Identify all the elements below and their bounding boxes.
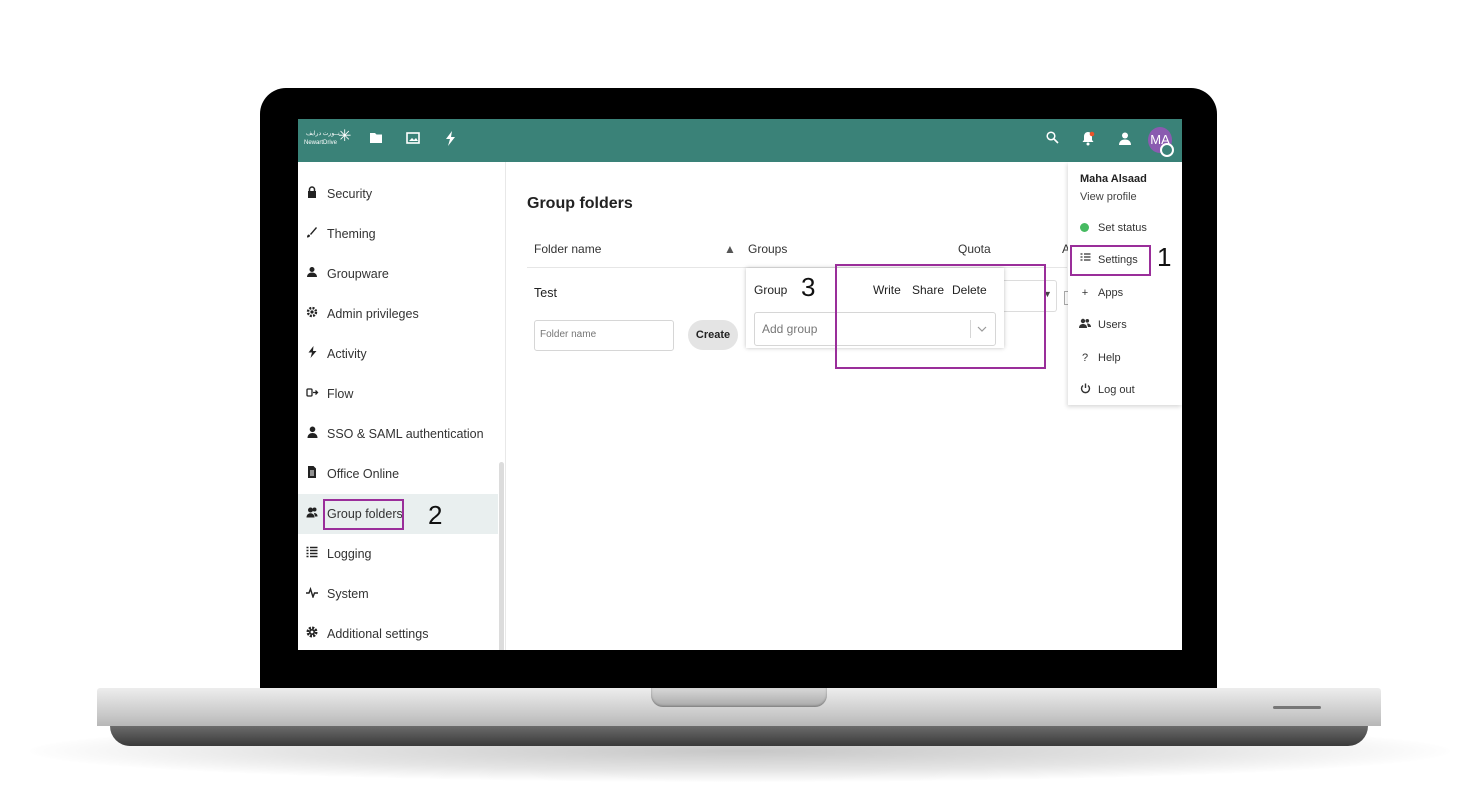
sidebar-item-admin-privileges[interactable]: Admin privileges [298, 294, 498, 334]
menu-item-label: Users [1098, 319, 1127, 331]
laptop-notch [651, 688, 827, 707]
admin-settings-sidebar: Security Theming Groupware Admin privile… [298, 162, 505, 650]
sidebar-scrollbar[interactable] [499, 462, 504, 650]
brush-icon [305, 226, 319, 242]
sidebar-item-activity[interactable]: Activity [298, 334, 498, 374]
menu-item-label: Log out [1098, 384, 1135, 396]
menu-item-label: Apps [1098, 287, 1124, 299]
sidebar-item-additional-settings[interactable]: Additional settings [298, 614, 498, 650]
sort-ascending-icon[interactable]: ▲ [724, 241, 736, 257]
menu-item-users[interactable]: Users [1078, 314, 1178, 336]
sidebar-item-label: Security [327, 187, 373, 201]
sidebar-item-security[interactable]: Security [298, 174, 498, 214]
sidebar-item-system[interactable]: System [298, 574, 498, 614]
sidebar-item-logging[interactable]: Logging [298, 534, 498, 574]
help-icon: ? [1081, 352, 1089, 364]
group-folders-highlight-box [323, 499, 404, 530]
pulse-icon [305, 586, 319, 602]
contacts-icon[interactable] [1114, 131, 1134, 151]
sidebar-item-label: System [327, 587, 369, 601]
view-profile-link[interactable]: View profile [1080, 190, 1137, 204]
column-header-groups[interactable]: Groups [748, 241, 787, 257]
lightning-icon [305, 346, 319, 362]
laptop-slot [1273, 706, 1321, 709]
page-title: Group folders [527, 195, 633, 212]
files-icon[interactable] [366, 131, 386, 150]
sidebar-item-sso-saml[interactable]: SSO & SAML authentication [298, 414, 498, 454]
groupware-icon [305, 266, 319, 282]
notifications-icon[interactable] [1078, 131, 1098, 151]
menu-item-help[interactable]: ? Help [1078, 347, 1178, 369]
sidebar-item-flow[interactable]: Flow [298, 374, 498, 414]
sidebar-item-label: Logging [327, 547, 372, 561]
sidebar-item-groupware[interactable]: Groupware [298, 254, 498, 294]
power-icon [1078, 383, 1092, 398]
menu-item-log-out[interactable]: Log out [1078, 379, 1178, 401]
add-group-placeholder: Add group [762, 322, 818, 336]
sidebar-item-label: Activity [327, 347, 367, 361]
document-icon [305, 466, 319, 482]
menu-item-set-status[interactable]: Set status [1078, 217, 1178, 239]
permissions-highlight-box [835, 264, 1046, 369]
lock-icon [305, 186, 319, 202]
menu-item-label: Help [1098, 352, 1121, 364]
sidebar-item-theming[interactable]: Theming [298, 214, 498, 254]
step-2-label: 2 [428, 500, 443, 530]
user-menu: Maha Alsaad View profile Set status Sett… [1068, 162, 1182, 405]
logo-mark-icon: ✳ [338, 128, 352, 145]
sidebar-item-label: Flow [327, 387, 354, 401]
step-1-label: 1 [1157, 242, 1172, 272]
laptop-base-bottom [110, 726, 1368, 746]
flow-icon [305, 386, 319, 402]
user-icon [305, 426, 319, 442]
sidebar-item-office-online[interactable]: Office Online [298, 454, 498, 494]
create-button[interactable]: Create [688, 320, 738, 350]
sidebar-item-label: Admin privileges [327, 307, 419, 321]
search-icon[interactable] [1042, 131, 1062, 149]
menu-item-apps[interactable]: + Apps [1078, 282, 1178, 304]
menu-item-label: Set status [1098, 222, 1147, 234]
screen: نــورت درايف NewartDrive ✳ MA Security T… [298, 119, 1182, 650]
list-icon [305, 546, 319, 562]
sidebar-item-label: Theming [327, 227, 376, 241]
sidebar-item-label: Groupware [327, 267, 389, 281]
gear-icon [305, 626, 319, 642]
activity-icon[interactable] [441, 131, 461, 151]
sidebar-item-label: SSO & SAML authentication [327, 427, 484, 441]
step-3-label: 3 [801, 272, 816, 302]
folder-name-input[interactable] [540, 329, 666, 340]
column-header-folder-name[interactable]: Folder name [534, 241, 601, 257]
plus-icon: + [1081, 287, 1089, 299]
photos-icon[interactable] [403, 131, 423, 150]
admin-gear-icon [305, 306, 319, 322]
status-dot-icon [1080, 223, 1089, 232]
users-icon [1078, 318, 1092, 332]
brand-name: NewartDrive [304, 140, 338, 146]
user-display-name: Maha Alsaad [1080, 173, 1147, 185]
settings-highlight-box [1070, 245, 1151, 276]
brand-arabic: نــورت درايف [306, 131, 340, 137]
sidebar-item-label: Additional settings [327, 627, 429, 641]
status-indicator [1160, 143, 1174, 157]
sidebar-item-label: Office Online [327, 467, 400, 481]
new-folder-name-field[interactable] [534, 320, 674, 351]
header-bar: نــورت درايف NewartDrive ✳ MA [298, 119, 1182, 162]
group-icon [305, 506, 319, 522]
folder-name-cell[interactable]: Test [534, 286, 557, 300]
app-logo[interactable]: نــورت درايف NewartDrive ✳ [304, 128, 354, 152]
group-column-header: Group [754, 283, 788, 297]
column-header-quota[interactable]: Quota [958, 241, 991, 257]
